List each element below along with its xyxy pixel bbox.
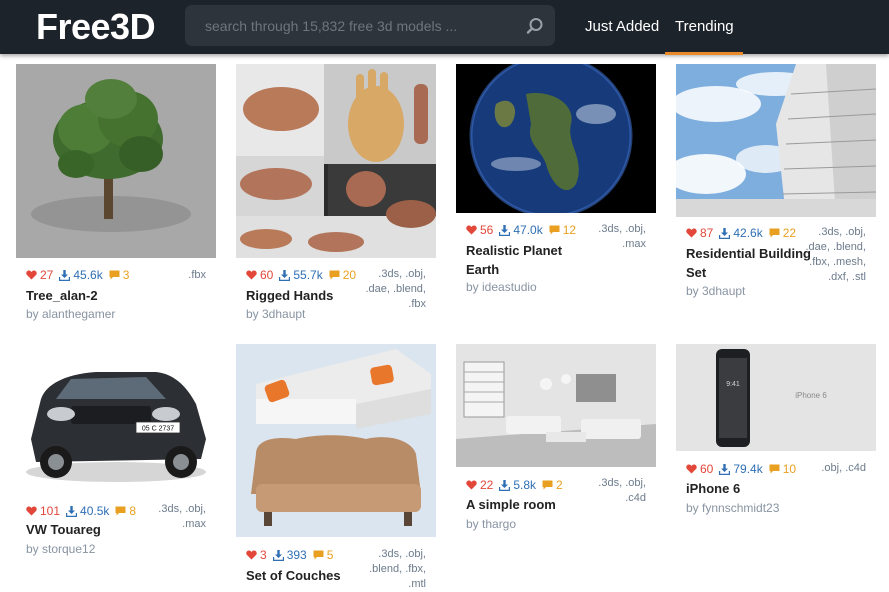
comments-stat[interactable]: 2 [542, 478, 563, 492]
comments-stat[interactable]: 12 [549, 223, 576, 237]
downloads-stat[interactable]: 79.4k [719, 462, 763, 476]
model-stats: 22 5.8k 2 [466, 478, 563, 492]
likes-stat[interactable]: 3 [246, 548, 267, 562]
downloads-stat[interactable]: 45.6k [59, 268, 103, 282]
heart-icon [246, 270, 257, 280]
model-title[interactable]: Set of Couches [246, 566, 376, 585]
nav-just-added[interactable]: Just Added [585, 18, 659, 35]
model-title[interactable]: Residential Building Set [686, 244, 816, 282]
model-stats: 27 45.6k 3 [26, 268, 129, 282]
download-icon [66, 505, 78, 517]
comments-stat[interactable]: 10 [769, 462, 796, 476]
heart-icon [466, 225, 477, 235]
download-icon [499, 224, 511, 236]
model-author[interactable]: by thargo [466, 517, 516, 531]
search-button[interactable] [515, 5, 555, 46]
downloads-stat[interactable]: 42.6k [719, 226, 763, 240]
model-thumbnail[interactable] [456, 344, 656, 467]
model-title[interactable]: iPhone 6 [686, 479, 816, 498]
heart-icon [26, 506, 37, 516]
downloads-stat[interactable]: 47.0k [499, 223, 543, 237]
comments-stat[interactable]: 22 [769, 226, 796, 240]
comment-icon [329, 270, 340, 280]
logo[interactable]: Free3D [36, 6, 156, 48]
model-author[interactable]: by storque12 [26, 542, 95, 556]
search-icon [526, 17, 543, 34]
model-thumbnail[interactable]: 9:41 iPhone 6 [676, 344, 876, 451]
model-stats: 60 79.4k 10 [686, 462, 796, 476]
comment-icon [115, 506, 126, 516]
model-title[interactable]: Realistic Planet Earth [466, 241, 596, 279]
nav-trending[interactable]: Trending [675, 18, 734, 35]
download-icon [59, 269, 71, 281]
likes-stat[interactable]: 60 [246, 268, 273, 282]
model-author[interactable]: by alanthegamer [26, 307, 115, 321]
model-title[interactable]: VW Touareg [26, 520, 156, 539]
heart-icon [246, 550, 257, 560]
search-input[interactable] [185, 5, 525, 46]
comments-stat[interactable]: 8 [115, 504, 136, 518]
format-list: .fbx [188, 269, 206, 281]
comments-stat[interactable]: 5 [313, 548, 333, 562]
model-stats: 101 40.5k 8 [26, 504, 136, 518]
heart-icon [26, 270, 37, 280]
search-box [185, 5, 555, 46]
likes-stat[interactable]: 101 [26, 504, 60, 518]
download-icon [719, 227, 731, 239]
download-icon [279, 269, 291, 281]
heart-icon [686, 228, 697, 238]
phone-clock: 9:41 [726, 381, 740, 388]
heart-icon [686, 464, 697, 474]
model-author[interactable]: by fynnschmidt23 [686, 501, 779, 515]
model-title[interactable]: Tree_alan-2 [26, 286, 156, 305]
model-stats: 87 42.6k 22 [686, 226, 796, 240]
comment-icon [549, 225, 560, 235]
likes-stat[interactable]: 22 [466, 478, 493, 492]
model-stats: 56 47.0k 12 [466, 223, 576, 237]
model-thumbnail[interactable] [456, 64, 656, 213]
model-stats: 3 393 5 [246, 548, 333, 562]
model-title[interactable]: Rigged Hands [246, 286, 376, 305]
model-author[interactable]: by 3dhaupt [686, 284, 745, 298]
comment-icon [313, 550, 324, 560]
top-navigation-bar: Free3D Just Added Trending [0, 0, 889, 55]
download-icon [719, 463, 731, 475]
comment-icon [769, 464, 780, 474]
model-stats: 60 55.7k 20 [246, 268, 356, 282]
comment-icon [542, 480, 553, 490]
license-plate: 05 C 2737 [142, 426, 174, 433]
download-icon [272, 549, 284, 561]
model-thumbnail[interactable] [16, 64, 216, 258]
active-tab-indicator [665, 52, 743, 55]
heart-icon [466, 480, 477, 490]
model-thumbnail[interactable] [676, 64, 876, 217]
model-thumbnail[interactable] [236, 64, 436, 258]
comment-icon [769, 228, 780, 238]
likes-stat[interactable]: 56 [466, 223, 493, 237]
downloads-stat[interactable]: 5.8k [499, 478, 536, 492]
downloads-stat[interactable]: 55.7k [279, 268, 323, 282]
downloads-stat[interactable]: 393 [272, 548, 307, 562]
comments-stat[interactable]: 3 [109, 268, 129, 282]
model-thumbnail[interactable] [236, 344, 436, 537]
model-title[interactable]: A simple room [466, 495, 596, 514]
model-author[interactable]: by ideastudio [466, 280, 537, 294]
likes-stat[interactable]: 27 [26, 268, 53, 282]
model-author[interactable]: by 3dhaupt [246, 307, 305, 321]
comment-icon [109, 270, 120, 280]
model-thumbnail[interactable]: 05 C 2737 [16, 344, 216, 494]
iphone-label: iPhone 6 [795, 391, 827, 400]
download-icon [499, 479, 511, 491]
likes-stat[interactable]: 87 [686, 226, 713, 240]
comments-stat[interactable]: 20 [329, 268, 356, 282]
downloads-stat[interactable]: 40.5k [66, 504, 109, 518]
likes-stat[interactable]: 60 [686, 462, 713, 476]
format-list: .obj, .c4d [821, 462, 866, 474]
